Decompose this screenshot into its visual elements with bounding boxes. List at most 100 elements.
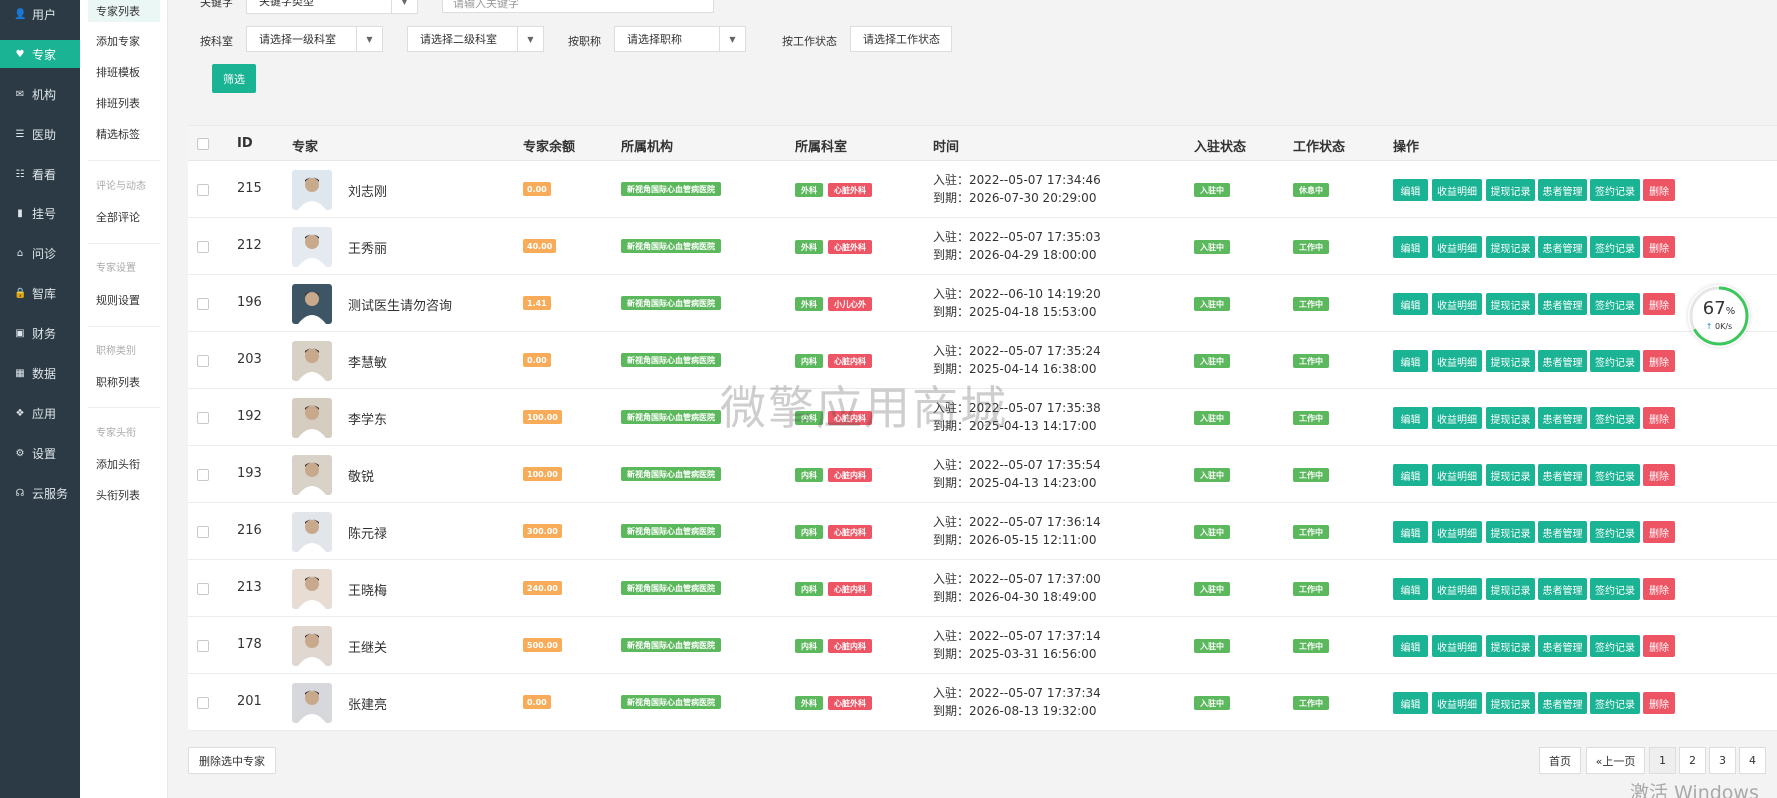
edit-button[interactable]: 编辑 — [1393, 293, 1428, 315]
earnings-button[interactable]: 收益明细 — [1432, 464, 1482, 486]
delete-button[interactable]: 删除 — [1643, 407, 1675, 429]
earnings-button[interactable]: 收益明细 — [1432, 236, 1482, 258]
edit-button[interactable]: 编辑 — [1393, 635, 1428, 657]
earnings-button[interactable]: 收益明细 — [1432, 635, 1482, 657]
withdraw-records-button[interactable]: 提现记录 — [1486, 350, 1535, 372]
sidebar-item-8[interactable]: ▣ 财务 — [0, 319, 80, 347]
page-1[interactable]: 1 — [1649, 747, 1676, 774]
earnings-button[interactable]: 收益明细 — [1432, 578, 1482, 600]
withdraw-records-button[interactable]: 提现记录 — [1486, 692, 1535, 714]
delete-button[interactable]: 删除 — [1643, 236, 1675, 258]
contract-records-button[interactable]: 签约记录 — [1590, 578, 1640, 600]
edit-button[interactable]: 编辑 — [1393, 236, 1428, 258]
edit-button[interactable]: 编辑 — [1393, 578, 1428, 600]
submenu-add-expert[interactable]: 添加专家 — [88, 30, 160, 52]
earnings-button[interactable]: 收益明细 — [1432, 179, 1482, 201]
sidebar-item-10[interactable]: ❖ 应用 — [0, 399, 80, 427]
submenu-headline-list[interactable]: 头衔列表 — [88, 484, 160, 506]
delete-button[interactable]: 删除 — [1643, 578, 1675, 600]
patient-manage-button[interactable]: 患者管理 — [1538, 578, 1587, 600]
submenu-title-list[interactable]: 职称列表 — [88, 371, 160, 393]
row-checkbox[interactable] — [197, 355, 209, 367]
submenu-all-reviews[interactable]: 全部评论 — [88, 206, 160, 228]
earnings-button[interactable]: 收益明细 — [1432, 407, 1482, 429]
contract-records-button[interactable]: 签约记录 — [1590, 692, 1640, 714]
sidebar-item-4[interactable]: ☷ 看看 — [0, 160, 80, 188]
patient-manage-button[interactable]: 患者管理 — [1538, 521, 1587, 543]
delete-button[interactable]: 删除 — [1643, 350, 1675, 372]
withdraw-records-button[interactable]: 提现记录 — [1486, 464, 1535, 486]
row-checkbox[interactable] — [197, 640, 209, 652]
submenu-add-headline[interactable]: 添加头衔 — [88, 453, 160, 475]
edit-button[interactable]: 编辑 — [1393, 464, 1428, 486]
sidebar-item-3[interactable]: ☰ 医助 — [0, 120, 80, 148]
contract-records-button[interactable]: 签约记录 — [1590, 635, 1640, 657]
earnings-button[interactable]: 收益明细 — [1432, 293, 1482, 315]
contract-records-button[interactable]: 签约记录 — [1590, 236, 1640, 258]
contract-records-button[interactable]: 签约记录 — [1590, 521, 1640, 543]
contract-records-button[interactable]: 签约记录 — [1590, 179, 1640, 201]
patient-manage-button[interactable]: 患者管理 — [1538, 635, 1587, 657]
row-checkbox[interactable] — [197, 583, 209, 595]
work-status-select[interactable]: 请选择工作状态 — [850, 26, 952, 52]
withdraw-records-button[interactable]: 提现记录 — [1486, 293, 1535, 315]
delete-button[interactable]: 删除 — [1643, 293, 1675, 315]
delete-button[interactable]: 删除 — [1643, 635, 1675, 657]
patient-manage-button[interactable]: 患者管理 — [1538, 692, 1587, 714]
withdraw-records-button[interactable]: 提现记录 — [1486, 578, 1535, 600]
delete-button[interactable]: 删除 — [1643, 521, 1675, 543]
contract-records-button[interactable]: 签约记录 — [1590, 350, 1640, 372]
withdraw-records-button[interactable]: 提现记录 — [1486, 407, 1535, 429]
page-first[interactable]: 首页 — [1539, 747, 1581, 774]
submenu-expert-list[interactable]: 专家列表 — [88, 0, 160, 22]
patient-manage-button[interactable]: 患者管理 — [1538, 179, 1587, 201]
dept2-select[interactable]: 请选择二级科室 ▼ — [407, 26, 544, 52]
withdraw-records-button[interactable]: 提现记录 — [1486, 236, 1535, 258]
row-checkbox[interactable] — [197, 241, 209, 253]
withdraw-records-button[interactable]: 提现记录 — [1486, 635, 1535, 657]
sidebar-item-7[interactable]: 🔒 智库 — [0, 279, 80, 307]
network-speed-gauge[interactable]: 67% ↑ 0K/s — [1688, 285, 1750, 347]
page-4[interactable]: 4 — [1739, 747, 1766, 774]
row-checkbox[interactable] — [197, 412, 209, 424]
submenu-featured-tags[interactable]: 精选标签 — [88, 123, 160, 145]
keyword-type-select[interactable]: 关键字类型 ▼ — [246, 0, 418, 14]
sidebar-item-0[interactable]: 👤 用户 — [0, 0, 80, 28]
earnings-button[interactable]: 收益明细 — [1432, 521, 1482, 543]
delete-button[interactable]: 删除 — [1643, 179, 1675, 201]
contract-records-button[interactable]: 签约记录 — [1590, 407, 1640, 429]
row-checkbox[interactable] — [197, 526, 209, 538]
sidebar-item-2[interactable]: ✉ 机构 — [0, 80, 80, 108]
submenu-rule-settings[interactable]: 规则设置 — [88, 289, 160, 311]
delete-selected-button[interactable]: 删除选中专家 — [188, 747, 276, 774]
edit-button[interactable]: 编辑 — [1393, 179, 1428, 201]
row-checkbox[interactable] — [197, 697, 209, 709]
sidebar-item-5[interactable]: ▮ 挂号 — [0, 199, 80, 227]
delete-button[interactable]: 删除 — [1643, 692, 1675, 714]
title-select[interactable]: 请选择职称 ▼ — [614, 26, 746, 52]
page-3[interactable]: 3 — [1709, 747, 1736, 774]
patient-manage-button[interactable]: 患者管理 — [1538, 407, 1587, 429]
edit-button[interactable]: 编辑 — [1393, 407, 1428, 429]
sidebar-item-6[interactable]: ⌂ 问诊 — [0, 239, 80, 267]
dept1-select[interactable]: 请选择一级科室 ▼ — [246, 26, 383, 52]
delete-button[interactable]: 删除 — [1643, 464, 1675, 486]
patient-manage-button[interactable]: 患者管理 — [1538, 293, 1587, 315]
row-checkbox[interactable] — [197, 298, 209, 310]
submenu-schedule-template[interactable]: 排班模板 — [88, 61, 160, 83]
edit-button[interactable]: 编辑 — [1393, 692, 1428, 714]
page-prev[interactable]: «上一页 — [1586, 747, 1645, 774]
earnings-button[interactable]: 收益明细 — [1432, 350, 1482, 372]
patient-manage-button[interactable]: 患者管理 — [1538, 236, 1587, 258]
sidebar-item-1[interactable]: ♥ 专家 — [0, 40, 80, 68]
sidebar-item-12[interactable]: ☊ 云服务 — [0, 479, 80, 507]
keyword-input[interactable]: 请输入关键字 — [442, 0, 714, 13]
row-checkbox[interactable] — [197, 469, 209, 481]
patient-manage-button[interactable]: 患者管理 — [1538, 350, 1587, 372]
patient-manage-button[interactable]: 患者管理 — [1538, 464, 1587, 486]
row-checkbox[interactable] — [197, 184, 209, 196]
page-2[interactable]: 2 — [1679, 747, 1706, 774]
filter-button[interactable]: 筛选 — [212, 64, 256, 93]
select-all-checkbox[interactable] — [197, 138, 209, 150]
sidebar-item-9[interactable]: ▦ 数据 — [0, 359, 80, 387]
